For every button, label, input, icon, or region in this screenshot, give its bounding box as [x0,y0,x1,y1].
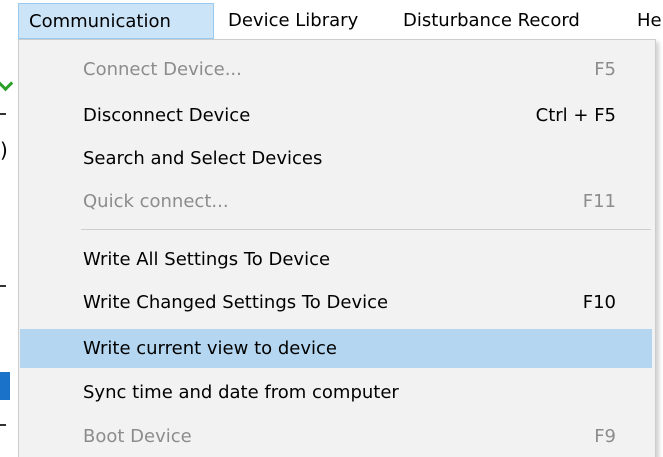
menu-item-label: Write Changed Settings To Device [83,292,389,313]
menu-item-boot-device[interactable]: Boot Device F9 [20,417,652,456]
menu-item-label: Search and Select Devices [83,148,323,169]
menu-item-search-select-devices[interactable]: Search and Select Devices [20,139,652,178]
menu-item-label: Write current view to device [83,338,337,359]
menu-item-shortcut: F10 [582,292,616,313]
background-text-fragment: ) [0,138,8,162]
menu-item-label: Quick connect... [83,191,229,212]
menu-item-label: Write All Settings To Device [83,249,331,270]
menu-device-library[interactable]: Device Library [228,3,358,39]
menu-separator [81,229,651,230]
menu-item-label: Sync time and date from computer [83,382,399,403]
menu-item-label: Disconnect Device [83,105,251,126]
menu-item-shortcut: F5 [594,59,616,80]
menu-item-label: Boot Device [83,426,192,447]
background-selection-fragment [0,372,10,400]
menu-item-label: Connect Device... [83,59,242,80]
communication-dropdown-menu: Connect Device... F5 Disconnect Device C… [18,39,656,457]
app-window: ) Communication Device Library Disturban… [0,0,663,457]
menu-item-write-current-view[interactable]: Write current view to device [20,329,652,368]
menu-item-sync-time-date[interactable]: Sync time and date from computer [20,373,652,412]
checkmark-icon [0,75,14,92]
menu-help[interactable]: He [637,3,662,39]
toolbar-fragment [0,285,6,287]
menu-item-shortcut: F11 [582,191,616,212]
menu-item-write-changed-settings[interactable]: Write Changed Settings To Device F10 [20,283,652,322]
menu-item-shortcut: F9 [594,426,616,447]
menu-bar: Communication Device Library Disturbance… [0,0,663,40]
menu-item-connect-device[interactable]: Connect Device... F5 [20,50,652,89]
menu-disturbance-record[interactable]: Disturbance Record [403,3,580,39]
toolbar-fragment [0,113,6,115]
menu-item-disconnect-device[interactable]: Disconnect Device Ctrl + F5 [20,96,652,135]
menu-item-quick-connect[interactable]: Quick connect... F11 [20,182,652,221]
menu-item-shortcut: Ctrl + F5 [535,105,616,126]
menu-communication[interactable]: Communication [18,3,214,39]
menu-item-write-all-settings[interactable]: Write All Settings To Device [20,240,652,279]
toolbar-fragment [0,424,6,426]
